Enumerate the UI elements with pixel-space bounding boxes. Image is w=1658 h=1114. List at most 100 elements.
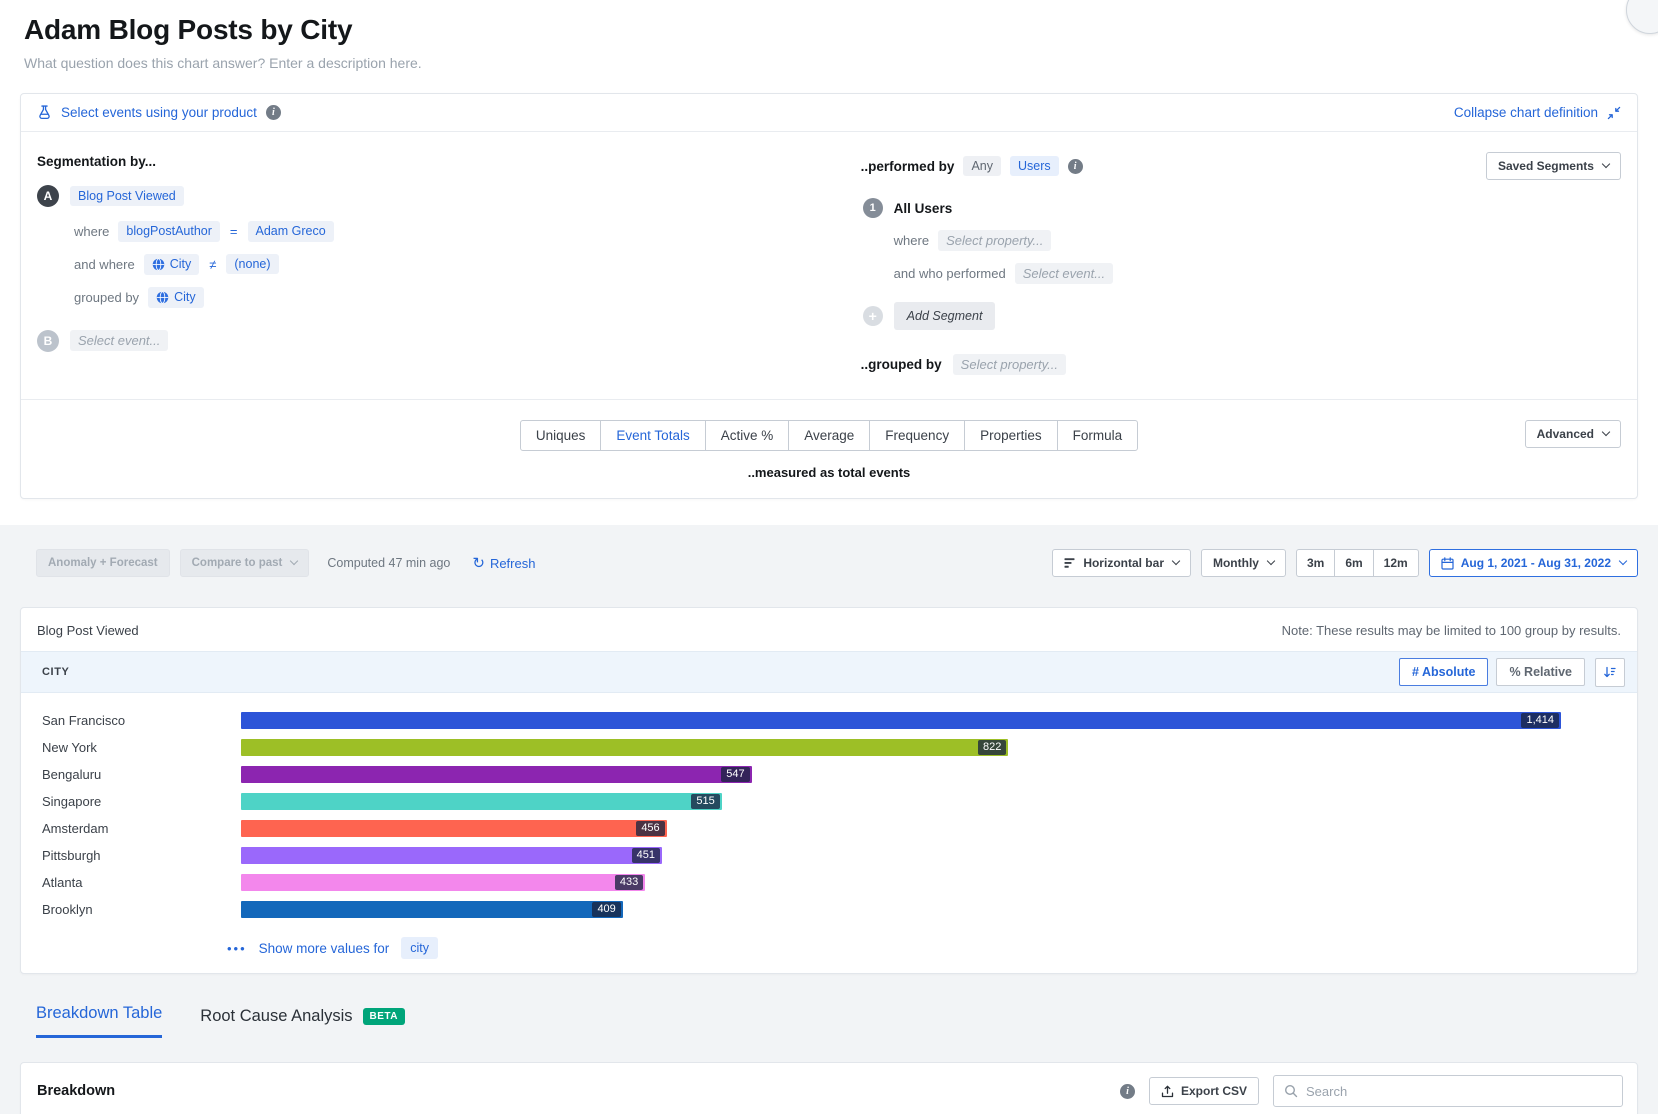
metric-tab-formula[interactable]: Formula (1057, 420, 1139, 451)
event-b-row: B Select event... (37, 330, 861, 352)
bar[interactable]: 547 (241, 766, 752, 783)
segment-where-clause: where Select property... (894, 230, 1621, 251)
info-icon[interactable] (1120, 1084, 1135, 1099)
relative-toggle[interactable]: % Relative (1496, 658, 1585, 686)
range-button-3m[interactable]: 3m (1296, 549, 1335, 577)
absolute-toggle[interactable]: # Absolute (1399, 658, 1488, 686)
segment-name[interactable]: All Users (894, 201, 953, 216)
bar-track: 822 (241, 739, 1561, 756)
value-pill[interactable]: (none) (226, 254, 278, 275)
metric-tab-uniques[interactable]: Uniques (520, 420, 602, 451)
beta-badge: BETA (363, 1008, 405, 1025)
performed-by-row: ..performed by Any Users Saved Segments (861, 152, 1621, 180)
segmentation-column: Segmentation by... A Blog Post Viewed wh… (37, 146, 861, 375)
show-more-city-pill[interactable]: city (401, 937, 438, 959)
chevron-down-icon (1267, 557, 1275, 565)
property-pill-label: City (170, 258, 192, 271)
metric-tab-frequency[interactable]: Frequency (869, 420, 965, 451)
metric-tab-active[interactable]: Active % (705, 420, 790, 451)
event-a-badge: A (37, 185, 59, 207)
search-input[interactable] (1306, 1084, 1612, 1099)
measured-as-text: ..measured as total events (37, 465, 1621, 480)
bar[interactable]: 409 (241, 901, 623, 918)
compare-to-past-button[interactable]: Compare to past (180, 549, 310, 577)
performed-by-any-toggle[interactable]: Any (963, 156, 1001, 177)
advanced-button[interactable]: Advanced (1525, 420, 1621, 448)
calendar-icon (1441, 557, 1454, 570)
select-event-placeholder[interactable]: Select event... (70, 330, 168, 351)
metric-tab-properties[interactable]: Properties (964, 420, 1058, 451)
bar-row-san-francisco: San Francisco1,414 (21, 707, 1637, 734)
select-property-placeholder[interactable]: Select property... (953, 354, 1066, 375)
search-box (1273, 1075, 1623, 1107)
plus-icon[interactable]: + (863, 306, 883, 326)
operator-dropdown[interactable]: = (229, 224, 239, 239)
bar[interactable]: 451 (241, 847, 662, 864)
chart-event-label: Blog Post Viewed (37, 623, 139, 638)
bar[interactable]: 433 (241, 874, 645, 891)
clause-label: grouped by (74, 290, 139, 305)
bar-track: 451 (241, 847, 1561, 864)
info-icon[interactable] (266, 105, 281, 120)
bar-row-atlanta: Atlanta433 (21, 869, 1637, 896)
sort-button[interactable] (1595, 658, 1625, 687)
clause-label: and who performed (894, 266, 1006, 281)
more-options-icon[interactable]: ••• (227, 941, 247, 956)
bar[interactable]: 515 (241, 793, 722, 810)
globe-icon (152, 258, 165, 271)
bar-row-pittsburgh: Pittsburgh 451 (21, 842, 1637, 869)
value-pill[interactable]: Adam Greco (248, 221, 334, 242)
property-pill-city[interactable]: City (144, 254, 200, 275)
tab-root-cause-analysis[interactable]: Root Cause Analysis BETA (200, 1007, 405, 1038)
bar[interactable]: 456 (241, 820, 667, 837)
segmentation-heading: Segmentation by... (37, 154, 861, 169)
page-subtitle[interactable]: What question does this chart answer? En… (24, 55, 1634, 71)
chevron-down-icon (290, 557, 298, 565)
and-where-clause: and where City ≠ (none) (74, 254, 861, 275)
clause-label: where (74, 224, 109, 239)
date-range-picker[interactable]: Aug 1, 2021 - Aug 31, 2022 (1429, 549, 1638, 577)
metric-tabs: UniquesEvent TotalsActive %AverageFreque… (37, 420, 1621, 451)
metric-tab-event-totals[interactable]: Event Totals (600, 420, 705, 451)
chevron-down-icon (1172, 557, 1180, 565)
saved-segments-button[interactable]: Saved Segments (1486, 152, 1621, 180)
range-button-6m[interactable]: 6m (1334, 549, 1373, 577)
bar-category-label: Singapore (21, 794, 241, 809)
chart-head: Blog Post Viewed Note: These results may… (21, 608, 1637, 651)
collapse-definition-link[interactable]: Collapse chart definition (1454, 105, 1598, 120)
chevron-down-icon (1602, 160, 1610, 168)
where-clause: where blogPostAuthor = Adam Greco (74, 221, 861, 242)
bar-value-label: 451 (632, 848, 660, 863)
bar-category-label: Bengaluru (21, 767, 241, 782)
tab-breakdown-table[interactable]: Breakdown Table (36, 1004, 162, 1038)
range-button-group: 3m6m12m (1296, 549, 1419, 577)
select-event-placeholder[interactable]: Select event... (1015, 263, 1113, 284)
groupby-pill-city[interactable]: City (148, 287, 204, 308)
add-segment-button[interactable]: Add Segment (894, 302, 996, 330)
interval-dropdown[interactable]: Monthly (1201, 549, 1286, 577)
bar[interactable]: 1,414 (241, 712, 1561, 729)
property-pill[interactable]: blogPostAuthor (118, 221, 219, 242)
info-icon[interactable] (1068, 159, 1083, 174)
segment-row: 1 All Users (863, 198, 1621, 218)
bar-category-label: Pittsburgh (21, 848, 241, 863)
segment-number-badge: 1 (863, 198, 883, 218)
chart-type-dropdown[interactable]: Horizontal bar (1052, 549, 1191, 577)
select-property-placeholder[interactable]: Select property... (938, 230, 1051, 251)
show-more-link[interactable]: Show more values for (259, 941, 390, 956)
anomaly-forecast-button[interactable]: Anomaly + Forecast (36, 549, 170, 577)
bar-value-label: 456 (636, 821, 664, 836)
toolbar: Anomaly + Forecast Compare to past Compu… (20, 549, 1638, 577)
bar[interactable]: 822 (241, 739, 1008, 756)
operator-dropdown[interactable]: ≠ (208, 257, 217, 272)
select-events-link[interactable]: Select events using your product (61, 105, 257, 120)
chart-card: Blog Post Viewed Note: These results may… (20, 607, 1638, 974)
event-a-pill[interactable]: Blog Post Viewed (70, 186, 184, 207)
export-csv-button[interactable]: Export CSV (1149, 1077, 1259, 1105)
collapse-icon[interactable] (1607, 106, 1621, 120)
performed-by-users-toggle[interactable]: Users (1010, 156, 1059, 177)
show-more-row: ••• Show more values for city (21, 925, 1637, 965)
range-button-12m[interactable]: 12m (1373, 549, 1419, 577)
metric-tab-average[interactable]: Average (788, 420, 870, 451)
refresh-button[interactable]: Refresh (472, 556, 535, 571)
